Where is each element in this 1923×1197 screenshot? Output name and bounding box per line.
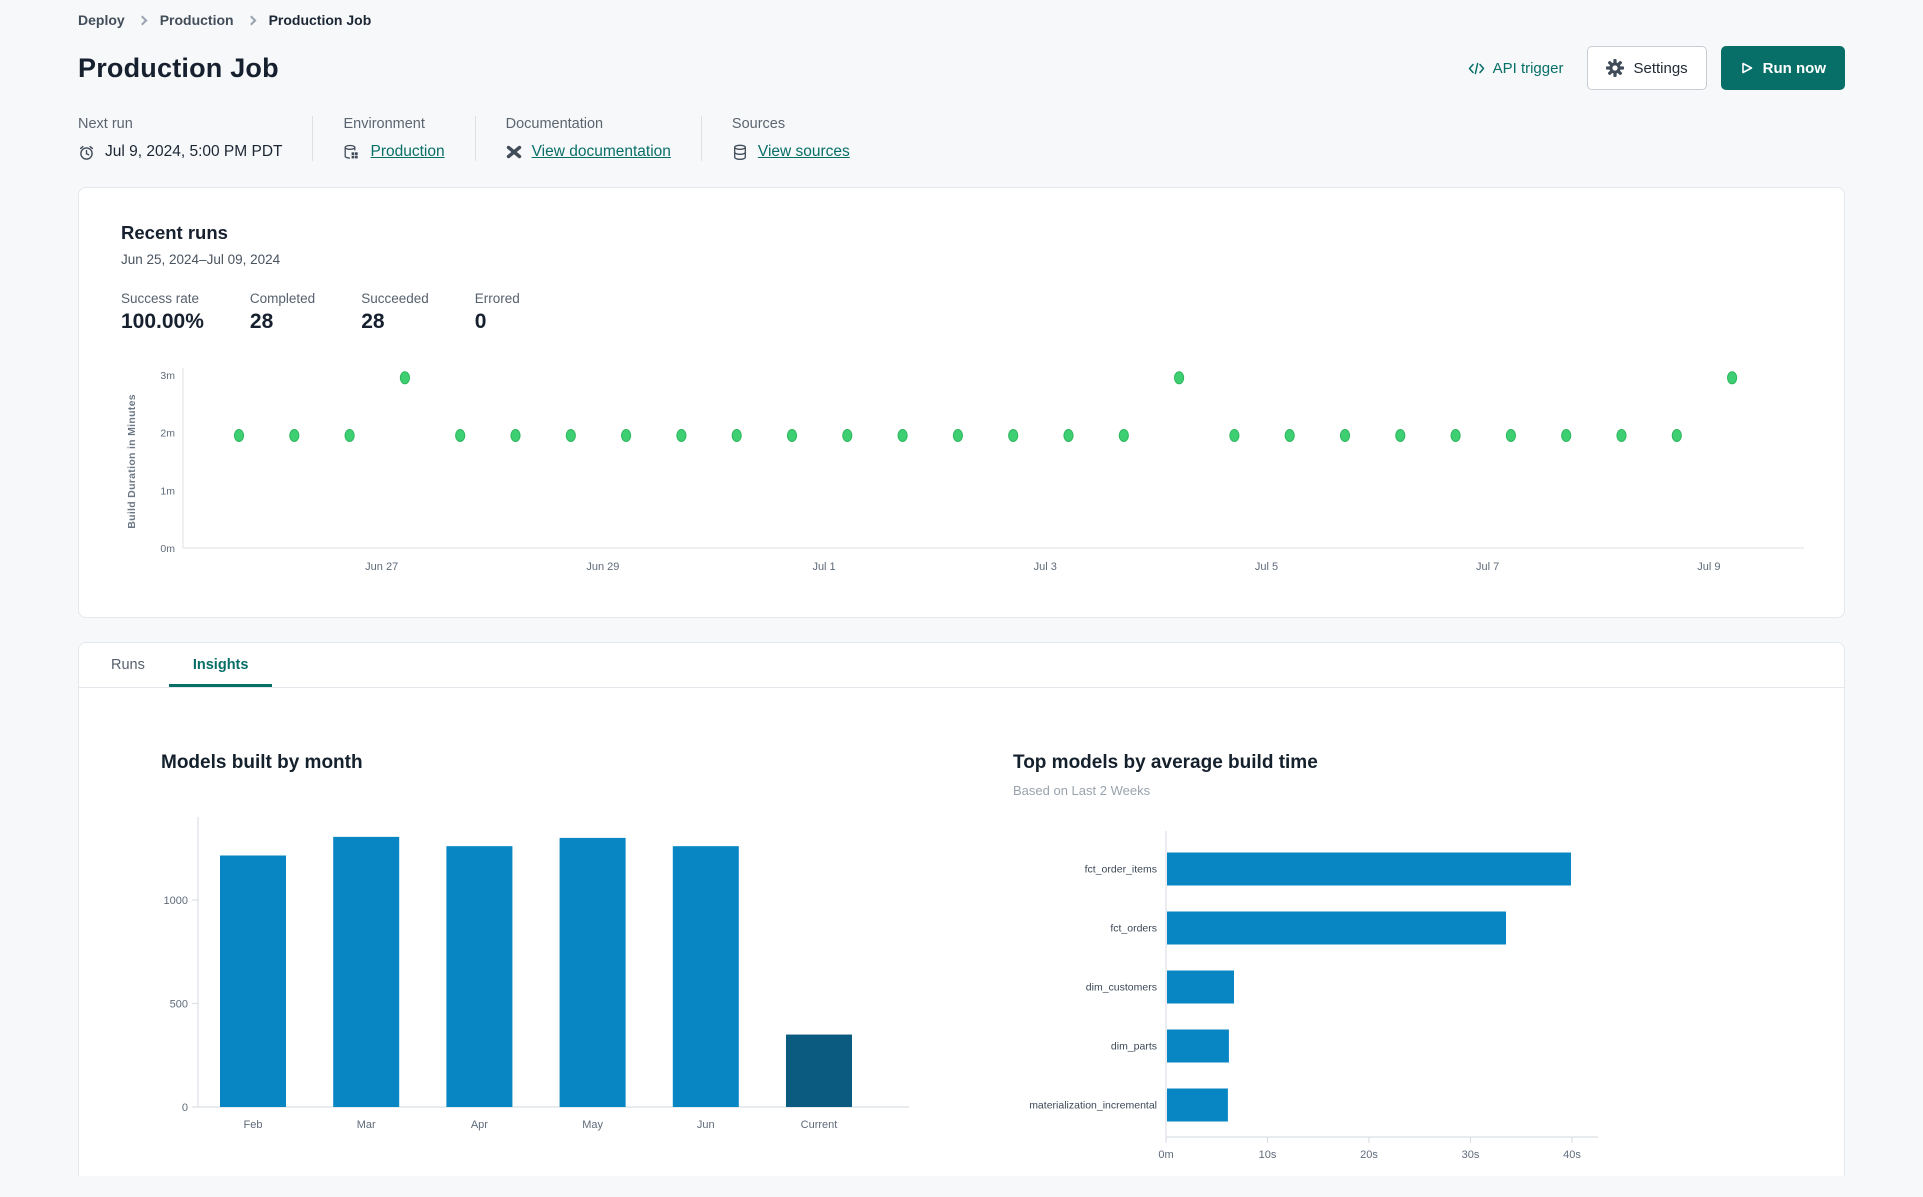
svg-text:0: 0: [182, 1102, 188, 1114]
chevron-right-icon: [246, 15, 257, 25]
environment-icon: [343, 144, 360, 161]
svg-text:1m: 1m: [160, 485, 175, 497]
svg-text:fct_order_items: fct_order_items: [1085, 864, 1157, 876]
view-sources-link[interactable]: View sources: [758, 143, 850, 161]
next-run-value: Jul 9, 2024, 5:00 PM PDT: [105, 143, 283, 160]
database-icon: [732, 144, 748, 161]
models-by-month-title: Models built by month: [161, 752, 363, 773]
meta-next-run: Next run Jul 9, 2024, 5:00 PM PDT: [78, 116, 312, 161]
svg-text:Jul 3: Jul 3: [1034, 561, 1057, 573]
svg-text:dim_parts: dim_parts: [1111, 1041, 1157, 1053]
svg-text:0m: 0m: [160, 543, 175, 555]
svg-text:40s: 40s: [1563, 1149, 1581, 1161]
svg-text:May: May: [582, 1119, 603, 1131]
page-title: Production Job: [78, 52, 279, 83]
svg-text:1000: 1000: [164, 895, 188, 907]
svg-text:500: 500: [170, 999, 188, 1011]
top-models-hbar-svg: 0m 10s 20s 30s 40s fct_order_items fct_ordersd…: [1029, 831, 1598, 1161]
api-trigger-label: API trigger: [1492, 59, 1564, 77]
svg-text:Current: Current: [801, 1119, 838, 1131]
recent-runs-title: Recent runs: [121, 222, 228, 243]
svg-text:dim_customers: dim_customers: [1086, 982, 1157, 994]
sources-label: Sources: [731, 116, 786, 132]
top-models-subtitle: Based on Last 2 Weeks: [1013, 783, 1151, 798]
recent-runs-date-range: Jun 25, 2024–Jul 09, 2024: [121, 252, 281, 267]
job-meta-row: Next run Jul 9, 2024, 5:00 PM PDT Enviro…: [78, 116, 1845, 161]
gear-icon: [1606, 59, 1625, 77]
stat-completed: Completed 28: [249, 291, 316, 333]
svg-text:Jul 5: Jul 5: [1255, 561, 1278, 573]
settings-label: Settings: [1633, 59, 1688, 77]
meta-sources: Sources View sources: [700, 116, 880, 161]
svg-text:Jul 7: Jul 7: [1476, 561, 1499, 573]
tab-insights[interactable]: Insights: [168, 643, 273, 687]
insights-body: Models built by month 0 500 1000 Feb Mar Apr M…: [79, 688, 1844, 1176]
alarm-clock-icon: [78, 144, 95, 161]
svg-text:fct_orders: fct_orders: [1110, 923, 1157, 935]
breadcrumb-production[interactable]: Production: [160, 12, 234, 28]
run-now-button[interactable]: Run now: [1720, 46, 1845, 90]
meta-documentation: Documentation View documentation: [474, 116, 701, 161]
build-duration-chart: 0m 1m 2m 3m Build Duration in Minutes Jun 27 J…: [121, 356, 1804, 591]
header: Production Job API trigger Settings Run …: [78, 46, 1845, 90]
recent-runs-card: Recent runs Jun 25, 2024–Jul 09, 2024 Su…: [78, 187, 1845, 618]
svg-text:Build Duration in Minutes: Build Duration in Minutes: [126, 394, 138, 529]
tab-bar: Runs Insights: [79, 643, 1844, 688]
breadcrumb: Deploy Production Production Job: [78, 12, 1845, 28]
svg-text:Jun 29: Jun 29: [586, 561, 619, 573]
insights-card: Runs Insights Models built by month 0 500…: [78, 642, 1845, 1176]
view-documentation-link[interactable]: View documentation: [532, 143, 671, 161]
svg-text:Jul 9: Jul 9: [1697, 561, 1720, 573]
svg-text:Feb: Feb: [244, 1119, 263, 1131]
run-now-label: Run now: [1762, 59, 1826, 77]
stat-success-rate: Success rate 100.00%: [121, 291, 204, 333]
breadcrumb-current: Production Job: [268, 12, 372, 28]
tab-runs[interactable]: Runs: [87, 643, 169, 687]
documentation-label: Documentation: [505, 116, 604, 132]
svg-text:3m: 3m: [160, 370, 175, 382]
svg-text:materialization_incremental: materialization_incremental: [1029, 1100, 1157, 1112]
dbt-docs-icon: [506, 145, 522, 159]
stat-errored: Errored 0: [474, 291, 520, 333]
chevron-right-icon: [137, 15, 148, 25]
meta-environment: Environment Production: [312, 116, 474, 161]
svg-text:0m: 0m: [1158, 1149, 1173, 1161]
svg-text:Jun: Jun: [697, 1119, 715, 1131]
svg-text:2m: 2m: [160, 428, 175, 440]
svg-text:Jun 27: Jun 27: [365, 561, 398, 573]
svg-text:30s: 30s: [1462, 1149, 1480, 1161]
stat-succeeded: Succeeded 28: [361, 291, 429, 333]
top-models-title: Top models by average build time: [1013, 752, 1318, 773]
code-icon: [1468, 62, 1485, 75]
next-run-label: Next run: [78, 116, 133, 132]
recent-runs-stats: Success rate 100.00% Completed 28 Succee…: [121, 291, 1802, 334]
svg-text:Apr: Apr: [471, 1119, 488, 1131]
models-by-month-block: Models built by month 0 500 1000 Feb Mar Apr M…: [161, 752, 921, 1176]
page: Deploy Production Production Job Product…: [0, 0, 1923, 1176]
build-duration-scatter-svg: 0m 1m 2m 3m Build Duration in Minutes Jun 27 J…: [126, 368, 1804, 573]
svg-text:Jul 1: Jul 1: [812, 561, 835, 573]
header-actions: API trigger Settings Run now: [1468, 46, 1845, 90]
models-by-month-bar-svg: 0 500 1000 Feb Mar Apr May Jun Current: [164, 817, 909, 1131]
environment-link[interactable]: Production: [370, 143, 444, 161]
svg-text:10s: 10s: [1259, 1149, 1277, 1161]
environment-label: Environment: [343, 116, 425, 132]
api-trigger-link[interactable]: API trigger: [1468, 59, 1564, 77]
breadcrumb-deploy[interactable]: Deploy: [78, 12, 125, 28]
svg-text:Mar: Mar: [357, 1119, 376, 1131]
top-models-block: Top models by average build time Based o…: [1013, 752, 1713, 1176]
settings-button[interactable]: Settings: [1587, 46, 1707, 90]
svg-text:20s: 20s: [1360, 1149, 1378, 1161]
play-icon: [1740, 61, 1754, 75]
